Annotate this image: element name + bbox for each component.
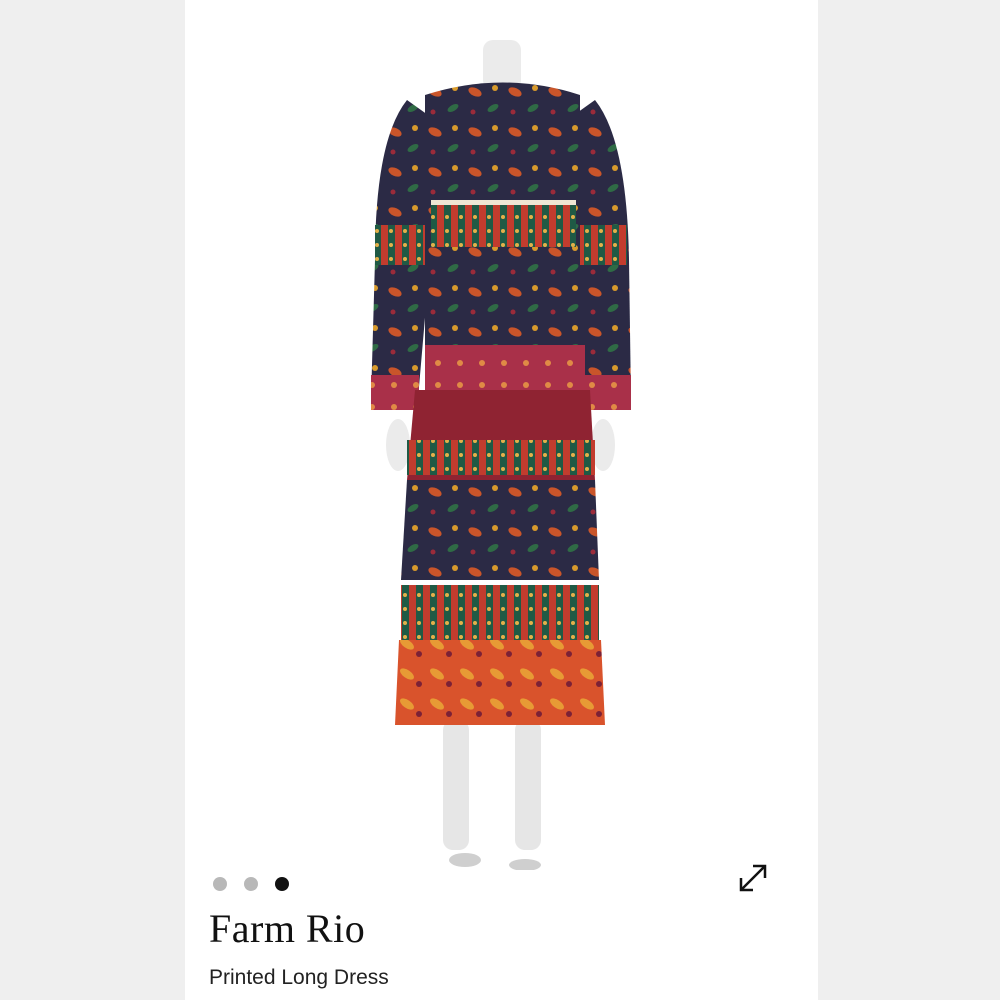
carousel-dot-1[interactable] (213, 877, 227, 891)
product-title: Printed Long Dress (209, 966, 389, 989)
mannequin-foot-left (449, 853, 481, 867)
mannequin-neck (483, 40, 521, 90)
skirt-hem (395, 640, 605, 725)
skirt-band (401, 585, 599, 640)
carousel-dot-2[interactable] (244, 877, 258, 891)
bodice-band (431, 205, 576, 247)
waist-band (425, 345, 585, 390)
mannequin-hand-left (386, 419, 410, 471)
expand-diagonal-arrows-icon (739, 864, 767, 892)
expand-image-button[interactable] (733, 858, 773, 898)
right-backdrop (818, 0, 1000, 1000)
brand-name[interactable]: Farm Rio (209, 905, 365, 952)
carousel-indicator (213, 877, 289, 891)
mannequin-leg-left (443, 720, 469, 850)
mannequin-leg-right (515, 720, 541, 850)
skirt-tier-2 (401, 480, 599, 580)
product-image[interactable] (185, 0, 818, 870)
left-backdrop (0, 0, 185, 1000)
product-card: Farm Rio Printed Long Dress (185, 0, 818, 1000)
carousel-dot-3-active[interactable] (275, 877, 289, 891)
mannequin-foot-right (509, 859, 541, 870)
